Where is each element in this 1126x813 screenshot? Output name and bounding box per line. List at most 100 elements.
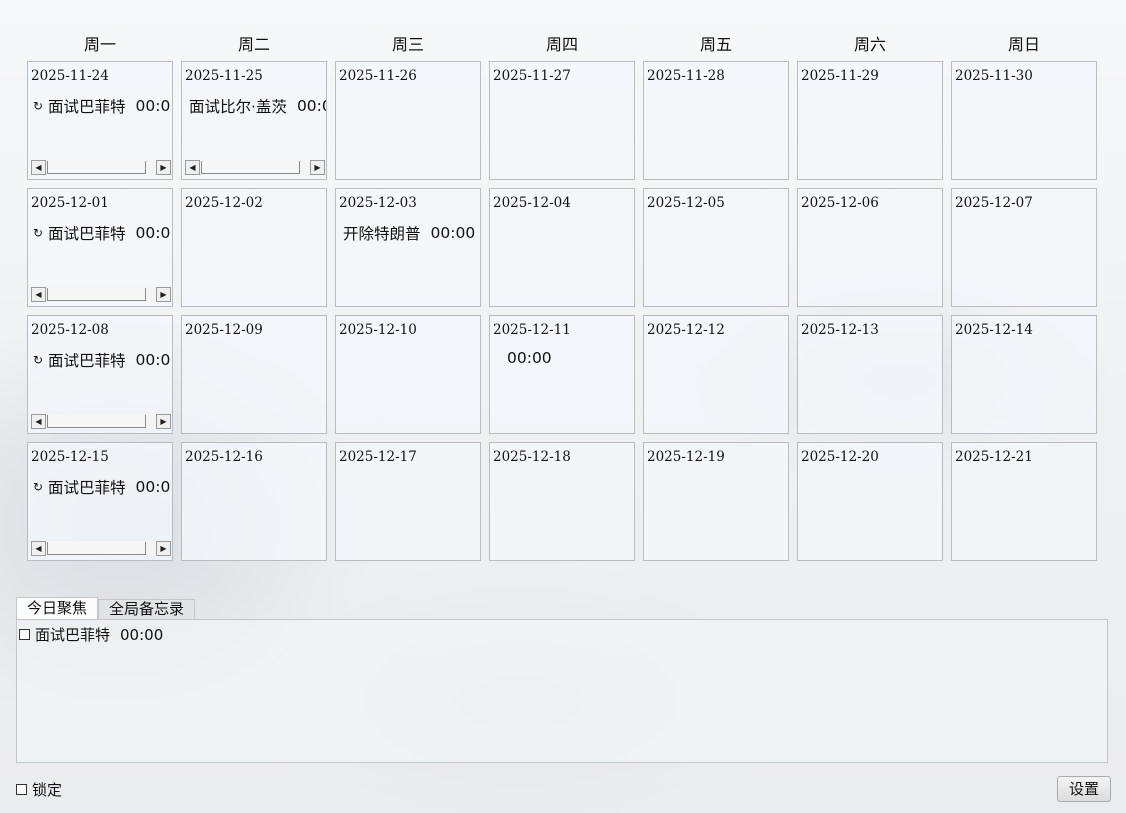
day-date: 2025-12-06	[801, 195, 879, 211]
day-date: 2025-12-01	[31, 195, 109, 211]
day-date: 2025-12-19	[647, 449, 725, 465]
day-cell[interactable]: 2025-12-12	[643, 315, 789, 434]
day-event[interactable]: 面试比尔·盖茨 00:0	[189, 95, 326, 117]
day-event[interactable]: ↻ 面试巴菲特 00:0	[32, 95, 170, 117]
day-date: 2025-11-26	[339, 68, 417, 84]
day-cell[interactable]: 2025-12-10	[335, 315, 481, 434]
event-time: 00:0	[296, 97, 326, 115]
day-cell[interactable]: 2025-12-07	[951, 188, 1097, 307]
day-cell[interactable]: 2025-12-13	[797, 315, 943, 434]
day-cell[interactable]: 2025-12-08 ↻ 面试巴菲特 00:0 ◀ ▶	[27, 315, 173, 434]
horizontal-scrollbar[interactable]: ◀ ▶	[31, 541, 171, 556]
day-cell[interactable]: 2025-11-28	[643, 61, 789, 180]
scrollbar-thumb[interactable]	[47, 415, 146, 428]
day-date: 2025-12-21	[955, 449, 1033, 465]
day-cell[interactable]: 2025-12-14	[951, 315, 1097, 434]
task-checkbox[interactable]	[19, 629, 30, 640]
day-date: 2025-12-11	[493, 322, 571, 338]
scroll-left-arrow-icon[interactable]: ◀	[31, 541, 46, 556]
day-event[interactable]: ↻ 面试巴菲特 00:0	[32, 476, 170, 498]
scroll-right-arrow-icon[interactable]: ▶	[156, 414, 171, 429]
bottom-tabs: 今日聚焦 全局备忘录	[16, 597, 196, 619]
day-cell[interactable]: 2025-12-03 开除特朗普 00:00	[335, 188, 481, 307]
settings-button[interactable]: 设置	[1057, 776, 1111, 802]
day-cell[interactable]: 2025-11-25面试比尔·盖茨00:0◀▶	[181, 61, 327, 180]
lock-toggle[interactable]: 锁定	[16, 779, 62, 800]
event-title: 面试巴菲特	[48, 98, 126, 116]
day-cell[interactable]: 2025-12-16	[181, 442, 327, 561]
day-date: 2025-12-16	[185, 449, 263, 465]
day-cell[interactable]: 2025-12-20	[797, 442, 943, 561]
lock-checkbox[interactable]	[16, 784, 27, 795]
day-cell[interactable]: 2025-11-29	[797, 61, 943, 180]
day-cell[interactable]: 2025-11-26	[335, 61, 481, 180]
day-cell[interactable]: 2025-12-11 00:00	[489, 315, 635, 434]
day-cell[interactable]: 2025-12-18	[489, 442, 635, 561]
task-title: 面试巴菲特	[35, 626, 111, 644]
tab-today-focus[interactable]: 今日聚焦	[16, 597, 99, 619]
repeat-icon: ↻	[32, 226, 44, 240]
day-cell[interactable]: 2025-12-15 ↻ 面试巴菲特 00:0 ◀ ▶	[27, 442, 173, 561]
scroll-left-arrow-icon[interactable]: ◀	[31, 287, 46, 302]
day-cell[interactable]: 2025-12-01 ↻ 面试巴菲特 00:0 ◀ ▶	[27, 188, 173, 307]
horizontal-scrollbar[interactable]: ◀ ▶	[185, 160, 325, 175]
day-cell[interactable]: 2025-11-24 ↻ 面试巴菲特 00:0 ◀ ▶	[27, 61, 173, 180]
scroll-right-arrow-icon[interactable]: ▶	[310, 160, 325, 175]
event-time: 00:00	[507, 349, 552, 367]
day-cell[interactable]: 2025-12-17	[335, 442, 481, 561]
day-event[interactable]: 开除特朗普 00:00	[343, 222, 475, 244]
today-focus-panel: 面试巴菲特 00:00	[16, 619, 1108, 763]
day-date: 2025-11-27	[493, 68, 571, 84]
scroll-left-arrow-icon[interactable]: ◀	[31, 160, 46, 175]
horizontal-scrollbar[interactable]: ◀ ▶	[31, 287, 171, 302]
scroll-right-arrow-icon[interactable]: ▶	[156, 160, 171, 175]
event-title: 开除特朗普	[343, 225, 421, 243]
event-time: 00:0	[135, 224, 171, 242]
horizontal-scrollbar[interactable]: ◀ ▶	[31, 160, 171, 175]
day-cell[interactable]: 2025-12-06	[797, 188, 943, 307]
event-title: 面试比尔·盖茨	[189, 98, 287, 116]
horizontal-scrollbar[interactable]: ◀ ▶	[31, 414, 171, 429]
lock-label: 锁定	[32, 781, 63, 799]
day-event[interactable]: 00:00	[497, 349, 552, 367]
day-date: 2025-12-08	[31, 322, 109, 338]
day-date: 2025-12-04	[493, 195, 571, 211]
repeat-icon: ↻	[32, 480, 44, 494]
event-time: 00:0	[135, 478, 171, 496]
day-cell[interactable]: 2025-12-05	[643, 188, 789, 307]
day-date: 2025-11-25	[185, 68, 263, 84]
day-date: 2025-12-09	[185, 322, 263, 338]
day-date: 2025-12-14	[955, 322, 1033, 338]
scroll-left-arrow-icon[interactable]: ◀	[31, 414, 46, 429]
today-task-item[interactable]: 面试巴菲特 00:00	[19, 624, 163, 645]
day-cell[interactable]: 2025-12-09	[181, 315, 327, 434]
day-date: 2025-11-30	[955, 68, 1033, 84]
scroll-right-arrow-icon[interactable]: ▶	[156, 541, 171, 556]
scrollbar-thumb[interactable]	[47, 161, 146, 174]
scrollbar-thumb[interactable]	[47, 542, 146, 555]
scroll-right-arrow-icon[interactable]: ▶	[156, 287, 171, 302]
weekday-label: 周日	[1007, 35, 1040, 54]
day-date: 2025-12-13	[801, 322, 879, 338]
day-cell[interactable]: 2025-12-21	[951, 442, 1097, 561]
day-date: 2025-12-10	[339, 322, 417, 338]
weekday-label: 周四	[545, 35, 578, 54]
scrollbar-thumb[interactable]	[47, 288, 146, 301]
day-date: 2025-11-24	[31, 68, 109, 84]
day-cell[interactable]: 2025-11-30	[951, 61, 1097, 180]
day-cell[interactable]: 2025-12-02	[181, 188, 327, 307]
day-date: 2025-11-28	[647, 68, 725, 84]
scrollbar-thumb[interactable]	[201, 161, 300, 174]
scroll-left-arrow-icon[interactable]: ◀	[185, 160, 200, 175]
day-cell[interactable]: 2025-12-04	[489, 188, 635, 307]
weekday-label: 周三	[391, 35, 424, 54]
event-title: 面试巴菲特	[48, 479, 126, 497]
day-date: 2025-12-05	[647, 195, 725, 211]
day-event[interactable]: ↻ 面试巴菲特 00:0	[32, 222, 170, 244]
day-cell[interactable]: 2025-11-27	[489, 61, 635, 180]
tab-global-memo[interactable]: 全局备忘录	[98, 599, 196, 619]
day-event[interactable]: ↻ 面试巴菲特 00:0	[32, 349, 170, 371]
day-date: 2025-12-15	[31, 449, 109, 465]
event-time: 00:0	[135, 97, 171, 115]
day-cell[interactable]: 2025-12-19	[643, 442, 789, 561]
